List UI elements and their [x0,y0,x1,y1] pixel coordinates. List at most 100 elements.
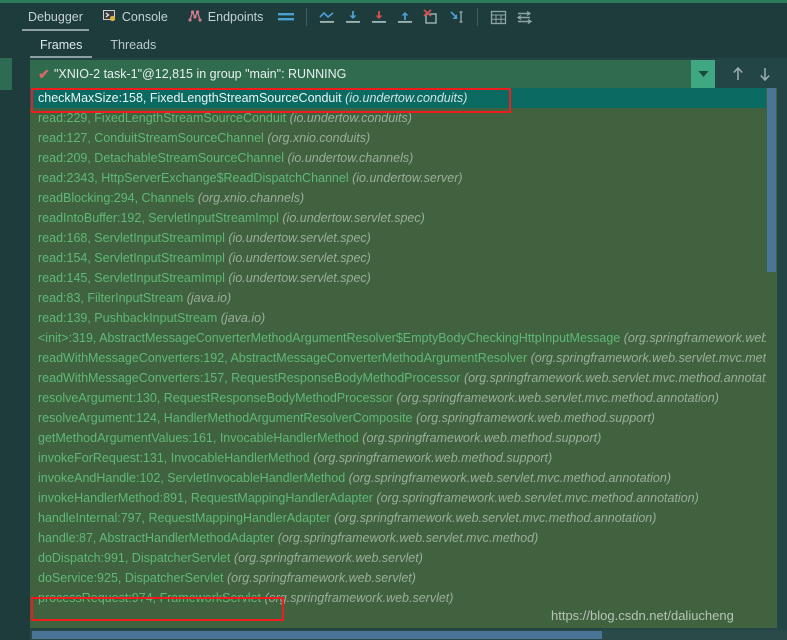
frame-method: read:154, ServletInputStreamImpl [38,251,225,265]
frames-list[interactable]: checkMaxSize:158, FixedLengthStreamSourc… [30,88,772,628]
frame-method: read:127, ConduitStreamSourceChannel [38,131,264,145]
frame-row[interactable]: doDispatch:991, DispatcherServlet (org.s… [30,548,772,568]
frame-package: (org.springframework.web.servlet.mvc.met… [376,491,699,505]
frame-row[interactable]: handleInternal:797, RequestMappingHandle… [30,508,772,528]
frame-row[interactable]: readWithMessageConverters:192, AbstractM… [30,348,772,368]
layout-lines-icon[interactable] [275,6,297,28]
drop-frame-icon[interactable] [420,6,442,28]
frame-row[interactable]: checkMaxSize:158, FixedLengthStreamSourc… [30,88,772,108]
frame-method: checkMaxSize:158, FixedLengthStreamSourc… [38,91,342,105]
frame-method: doService:925, DispatcherServlet [38,571,224,585]
frame-method: readIntoBuffer:192, ServletInputStreamIm… [38,211,279,225]
frame-package: (io.undertow.conduits) [289,111,412,125]
tool-tab-endpoints[interactable]: Endpoints [178,3,274,31]
frame-package: (org.xnio.conduits) [267,131,371,145]
frame-row[interactable]: read:229, FixedLengthStreamSourceConduit… [30,108,772,128]
tool-tab-console[interactable]: Console [93,3,178,31]
step-over-icon[interactable] [342,6,364,28]
frame-package: (org.springframework.web.servlet.mvc.met… [463,371,772,385]
debugger-window: Debugger Console Endpoints Frames Thread… [0,0,787,640]
frame-method: handleInternal:797, RequestMappingHandle… [38,511,331,525]
frame-package: (org.springframework.web.servlet.mvc.met… [396,391,719,405]
frame-package: (java.io) [220,311,266,325]
frame-method: <init>:319, AbstractMessageConverterMeth… [38,331,621,345]
frame-row[interactable]: resolveArgument:130, RequestResponseBody… [30,388,772,408]
tool-tab-label: Endpoints [207,10,264,24]
frame-method: resolveArgument:130, RequestResponseBody… [38,391,394,405]
filter-funnel-icon[interactable] [780,60,787,88]
tab-frames[interactable]: Frames [28,31,94,58]
frame-down-button[interactable] [752,60,778,88]
step-out-icon[interactable] [394,6,416,28]
frame-method: read:83, FilterInputStream [38,291,184,305]
run-to-cursor-icon[interactable] [446,6,468,28]
frame-row[interactable]: readIntoBuffer:192, ServletInputStreamIm… [30,208,772,228]
frame-method: invokeAndHandle:102, ServletInvocableHan… [38,471,346,485]
toolbar-separator [306,8,308,26]
tab-threads[interactable]: Threads [98,31,168,58]
frame-method: readBlocking:294, Channels [38,191,195,205]
frame-package: (org.springframework.web.servlet.mvc.met… [530,351,772,365]
step-into-icon[interactable] [368,6,390,28]
frame-row[interactable]: read:209, DetachableStreamSourceChannel … [30,148,772,168]
frame-package: (io.undertow.servlet.spec) [228,271,371,285]
frame-package: (org.springframework.web.servlet.mvc.met… [348,471,671,485]
debugger-toolbar: Debugger Console Endpoints [0,3,787,31]
frame-package: (io.undertow.conduits) [345,91,468,105]
frame-method: handle:87, AbstractHandlerMethodAdapter [38,531,275,545]
chevron-down-icon[interactable] [691,60,715,88]
frame-row[interactable]: readBlocking:294, Channels (org.xnio.cha… [30,188,772,208]
frame-row[interactable]: getMethodArgumentValues:161, InvocableHa… [30,428,772,448]
frame-method: getMethodArgumentValues:161, InvocableHa… [38,431,359,445]
frame-package: (org.springframework.web.method.support) [362,431,602,445]
tool-tab-label: Debugger [28,10,83,24]
frame-row[interactable]: read:127, ConduitStreamSourceChannel (or… [30,128,772,148]
tab-label: Frames [40,37,83,52]
frame-row[interactable]: resolveArgument:124, HandlerMethodArgume… [30,408,772,428]
frame-row[interactable]: handle:87, AbstractHandlerMethodAdapter … [30,528,772,548]
frame-package: (org.springframework.web.servlet.mvc.met… [334,511,657,525]
settings-lines-icon[interactable] [513,6,535,28]
evaluate-expression-icon[interactable] [487,6,509,28]
frame-row[interactable]: invokeForRequest:131, InvocableHandlerMe… [30,448,772,468]
frame-row[interactable]: processRequest:974, FrameworkServlet (or… [30,588,772,608]
frame-row[interactable]: <init>:319, AbstractMessageConverterMeth… [30,328,772,348]
frame-row[interactable]: read:145, ServletInputStreamImpl (io.und… [30,268,772,288]
frame-method: read:145, ServletInputStreamImpl [38,271,225,285]
frame-up-button[interactable] [725,60,751,88]
frame-row[interactable]: read:2343, HttpServerExchange$ReadDispat… [30,168,772,188]
frame-package: (org.springframework.web.servlet.mvc.met… [623,331,772,345]
frame-package: (org.springframework.web.method.support) [313,451,553,465]
frame-method: readWithMessageConverters:157, RequestRe… [38,371,461,385]
frame-method: processRequest:974, FrameworkServlet [38,591,262,605]
frame-package: (io.undertow.servlet.spec) [228,231,371,245]
frame-row[interactable]: read:154, ServletInputStreamImpl (io.und… [30,248,772,268]
thread-combobox[interactable]: ✔ "XNIO-2 task-1"@12,815 in group "main"… [30,60,691,88]
watermark-url: https://blog.csdn.net/daliucheng [551,608,734,623]
frames-threads-tabbar: Frames Threads [0,31,787,58]
frame-package: (org.springframework.web.servlet) [227,571,416,585]
frame-row[interactable]: invokeAndHandle:102, ServletInvocableHan… [30,468,772,488]
frame-row[interactable]: read:83, FilterInputStream (java.io) [30,288,772,308]
thread-selector-row: ✔ "XNIO-2 task-1"@12,815 in group "main"… [30,60,787,88]
vertical-scrollbar-thumb[interactable] [767,88,776,272]
thread-name-label: "XNIO-2 task-1"@12,815 in group "main": … [54,67,347,81]
thread-status-check-icon: ✔ [38,65,50,82]
frame-package: (io.undertow.servlet.spec) [228,251,371,265]
frame-package: (java.io) [186,291,232,305]
tab-label: Threads [110,37,157,52]
frame-row[interactable]: doService:925, DispatcherServlet (org.sp… [30,568,772,588]
tool-tab-debugger[interactable]: Debugger [18,3,93,31]
frame-package: (org.springframework.web.servlet.mvc.met… [277,531,539,545]
frame-method: invokeForRequest:131, InvocableHandlerMe… [38,451,310,465]
step-out-of-icon[interactable] [316,6,338,28]
horizontal-scrollbar-thumb[interactable] [32,631,602,639]
frame-method: read:209, DetachableStreamSourceChannel [38,151,284,165]
frame-package: (io.undertow.channels) [287,151,414,165]
frame-row[interactable]: read:168, ServletInputStreamImpl (io.und… [30,228,772,248]
frame-row[interactable]: invokeHandlerMethod:891, RequestMappingH… [30,488,772,508]
endpoints-icon [188,9,202,25]
frame-row[interactable]: read:139, PushbackInputStream (java.io) [30,308,772,328]
toolbar-separator [477,8,479,26]
frame-row[interactable]: readWithMessageConverters:157, RequestRe… [30,368,772,388]
